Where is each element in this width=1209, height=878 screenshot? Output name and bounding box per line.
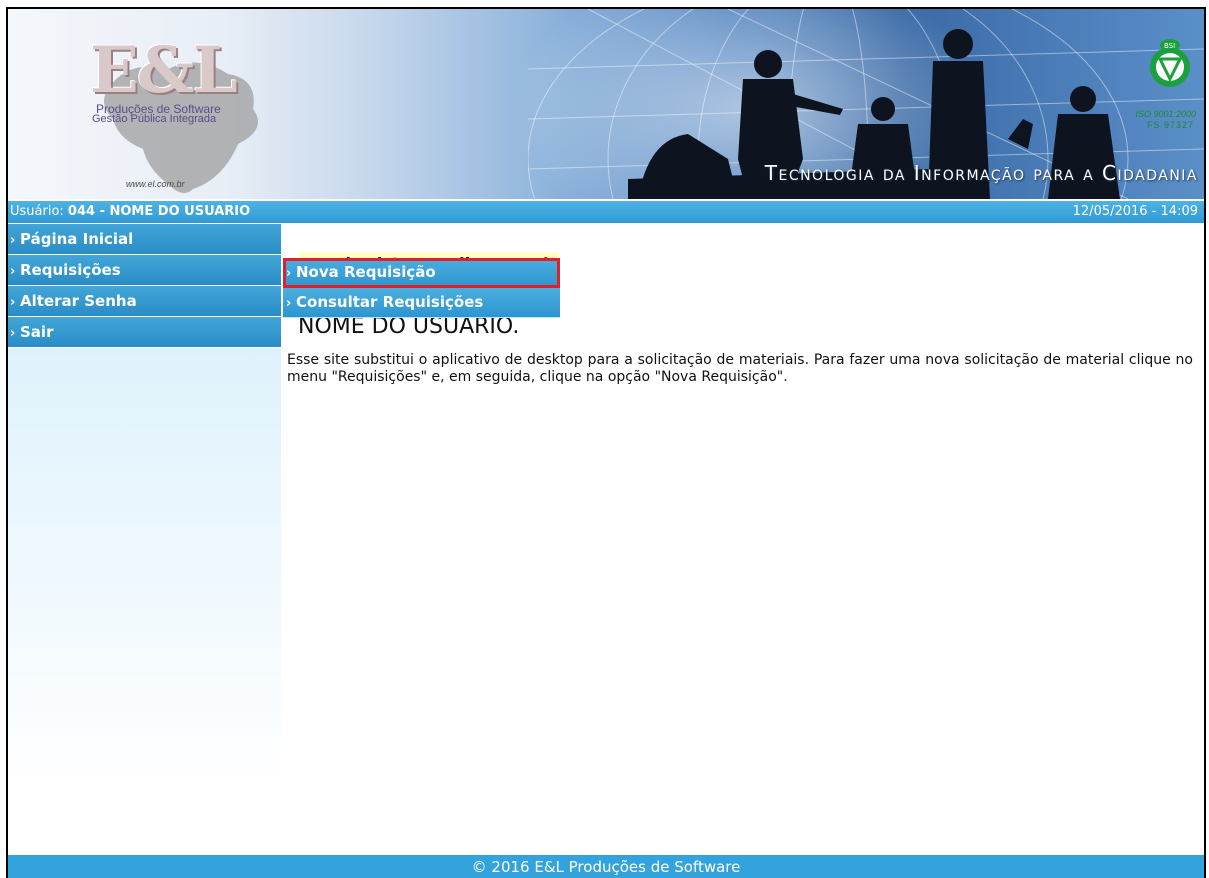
iso-certification-text: ISO 9001:2000	[1135, 109, 1196, 119]
header-banner: E&L Produções de Software Gestão Pública…	[8, 9, 1204, 199]
chevron-right-icon: ›	[10, 295, 16, 310]
chevron-right-icon: ›	[10, 233, 16, 248]
sidebar-item-sair[interactable]: › Sair	[8, 317, 281, 348]
sidebar-item-label: Página Inicial	[20, 230, 134, 248]
sidebar-item-alterar-senha[interactable]: › Alterar Senha	[8, 286, 281, 317]
chevron-right-icon: ›	[286, 266, 292, 281]
sidebar-item-label: Sair	[20, 323, 54, 341]
submenu-item-label: Nova Requisição	[296, 263, 436, 281]
intro-paragraph: Esse site substitui o aplicativo de desk…	[287, 352, 1193, 385]
chevron-right-icon: ›	[10, 264, 16, 279]
chevron-right-icon: ›	[286, 296, 292, 311]
user-name: 044 - NOME DO USUARIO	[67, 204, 251, 219]
date-time: 12/05/2016 - 14:09	[1072, 204, 1198, 219]
sidebar-item-label: Alterar Senha	[20, 292, 137, 310]
sidebar-menu: › Página Inicial › Requisições › Alterar Se…	[8, 224, 281, 786]
submenu-item-label: Consultar Requisições	[296, 293, 484, 311]
logo-url: www.el.com.br	[126, 179, 185, 189]
sidebar-item-label: Requisições	[20, 261, 121, 279]
company-logo: E&L	[90, 33, 238, 108]
chevron-right-icon: ›	[10, 326, 16, 341]
user-label: Usuário: 044 - NOME DO USUARIO	[10, 201, 250, 223]
requisicoes-submenu: › Nova Requisição › Consultar Requisições	[283, 258, 560, 318]
bsi-label: BSI	[1164, 42, 1175, 50]
logo-tagline: Gestão Pública Integrada	[92, 113, 217, 125]
sidebar-item-pagina-inicial[interactable]: › Página Inicial	[8, 224, 281, 255]
footer: © 2016 E&L Produções de Software	[8, 855, 1204, 878]
slogan: Tecnologia da Informação para a Cidadani…	[764, 161, 1198, 185]
submenu-item-consultar-requisicoes[interactable]: › Consultar Requisições	[283, 288, 560, 318]
user-label-prefix: Usuário:	[10, 204, 68, 219]
submenu-item-nova-requisicao[interactable]: › Nova Requisição	[283, 258, 560, 288]
user-info-bar: Usuário: 044 - NOME DO USUARIO 12/05/201…	[8, 201, 1204, 223]
page-frame: E&L Produções de Software Gestão Pública…	[6, 7, 1206, 878]
sidebar-item-requisicoes[interactable]: › Requisições	[8, 255, 281, 286]
certificate-number: FS 97327	[1146, 120, 1194, 130]
